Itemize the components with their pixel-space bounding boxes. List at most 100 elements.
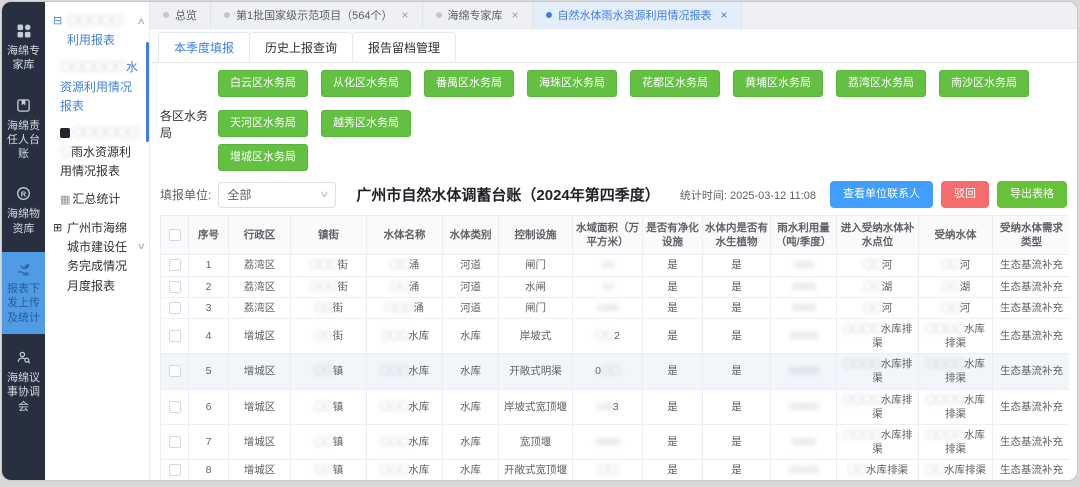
table-cell: 生态基流补充 — [992, 353, 1069, 390]
sub-tab[interactable]: 历史上报查询 — [249, 32, 354, 62]
row-checkbox[interactable] — [168, 330, 181, 343]
menu-item[interactable]: 〇〇〇〇〇〇水资源利用情况报表 — [60, 58, 142, 116]
bureau-button[interactable]: 荔湾区水务局 — [836, 70, 926, 97]
export-button[interactable]: 导出表格 — [997, 181, 1067, 208]
menu-scrollbar[interactable] — [146, 42, 149, 142]
bureau-button[interactable]: 天河区水务局 — [218, 110, 308, 137]
select-all-checkbox[interactable] — [168, 229, 181, 242]
menu-group-header[interactable]: ⊟ 〇〇〇〇〇利用报表 ∧ — [53, 12, 146, 50]
collapse-box-icon[interactable]: ⊟ — [53, 13, 62, 31]
close-icon[interactable]: × — [401, 8, 408, 22]
table-cell: 00000 — [770, 296, 837, 319]
row-checkbox[interactable] — [168, 259, 181, 272]
table-cell: 岸坡式 — [498, 317, 573, 355]
redacted-text: 〇〇 — [313, 464, 334, 477]
bureau-button[interactable]: 白云区水务局 — [218, 70, 308, 97]
redacted-text: 〇〇〇 — [379, 464, 409, 477]
water-body-table: 序号 行政区 镇街 水体名称 水体类别 控制设施 水域面积（万平方米） 是否有净化设施 水体内是… — [160, 215, 1069, 480]
reject-button[interactable]: 驳回 — [941, 181, 989, 208]
table-row: 7 增城区 〇〇镇 〇〇〇水库 水库 宽顶堰 00000 是是 00000 〇〇〇〇水库排渠 〇〇〇… — [160, 423, 1069, 461]
unit-select[interactable]: 全部 ∨ — [218, 181, 337, 208]
view-contacts-button[interactable]: 查看单位联系人 — [830, 181, 933, 208]
bureau-button[interactable]: 花都区水务局 — [630, 70, 720, 97]
redacted-text: 〇〇〇 — [379, 365, 409, 378]
close-icon[interactable]: × — [721, 8, 728, 22]
menu-item[interactable]: ▦ 汇总统计 — [60, 190, 142, 210]
bureau-buttons: 白云区水务局 从化区水务局 番禺区水务局 海珠区水务局 花都区水务局 黄埔区水务局 荔湾区水… — [218, 70, 1069, 171]
redacted-text: 00000 — [595, 435, 620, 448]
row-checkbox[interactable] — [168, 301, 181, 314]
expand-box-icon[interactable]: ⊞ — [53, 220, 62, 238]
redacted-text: 〇〇〇〇〇〇〇 — [60, 125, 139, 160]
sub-tab[interactable]: 本季度填报 — [158, 32, 251, 62]
chevron-down-icon: ∨ — [318, 189, 330, 199]
checkbox-cell — [160, 317, 189, 355]
table-cell: 〇〇〇〇水库排渠 — [836, 388, 919, 425]
row-checkbox[interactable] — [168, 436, 181, 449]
table-row: 6 增城区 〇〇镇 〇〇〇水库 水库 岸坡式宽顶堰 0.003 是是 000000 〇〇〇〇水库排… — [160, 388, 1069, 425]
window-tab[interactable]: 海绵专家库 × — [423, 2, 533, 28]
table-cell: 是 — [642, 317, 703, 355]
redacted-text: 〇〇 — [862, 280, 883, 293]
redacted-text: 〇〇〇〇〇 — [67, 14, 123, 28]
table-cell: 水库 — [442, 353, 499, 390]
checkbox-cell — [160, 275, 189, 298]
redacted-text: 〇〇〇〇 — [842, 393, 882, 406]
caret-up-icon[interactable]: ∧ — [137, 14, 146, 28]
bureau-button[interactable]: 番禺区水务局 — [424, 70, 514, 97]
close-icon[interactable]: × — [512, 8, 519, 22]
table-cell: 生态基流补充 — [992, 275, 1069, 298]
table-cell: 增城区 — [228, 459, 291, 480]
sidebar-item-1[interactable]: 海绵专家库 — [2, 14, 45, 82]
row-checkbox[interactable] — [168, 280, 181, 293]
bureau-button[interactable]: 海珠区水务局 — [527, 70, 617, 97]
bureau-button[interactable]: 从化区水务局 — [321, 70, 411, 97]
svg-text:R: R — [20, 190, 26, 199]
table-cell: 〇〇涌 — [366, 275, 443, 298]
window-tab[interactable]: 总览 — [150, 2, 211, 28]
window-tab[interactable]: 自然水体雨水资源利用情况报表 × — [532, 2, 742, 28]
table-cell: 〇〇河 — [918, 296, 993, 319]
table-cell: 2 — [188, 275, 229, 298]
table-row: 2 荔湾区 〇〇〇街 〇〇涌 河道 水闸 0.0 是是 00000 〇〇湖 〇〇湖 生态基流补充 — [160, 275, 1069, 298]
bureau-button[interactable]: 黄埔区水务局 — [733, 70, 823, 97]
app-window: 海绵专家库 海绵责任人台账 R 海绵物资库 报表下发上传及统计 海绵议事协调会 ⊟ 〇〇〇〇… — [1, 1, 1078, 481]
window-tab[interactable]: 第1批国家级示范项目（564个） × — [211, 2, 423, 28]
table-cell: 〇〇涌 — [366, 254, 443, 277]
table-cell: 〇〇河 — [836, 254, 919, 277]
menu-group-header[interactable]: ⊞ 广州市海绵城市建设任务完成情况月度报表 ∨ — [53, 219, 146, 296]
table-cell: 0.003 — [572, 388, 643, 425]
column-header: 控制设施 — [498, 215, 573, 256]
table-cell: 〇〇河 — [836, 296, 919, 319]
bureau-button[interactable]: 增城区水务局 — [218, 144, 308, 171]
table-cell: 生态基流补充 — [992, 459, 1069, 480]
caret-down-icon[interactable]: ∨ — [137, 239, 146, 253]
table-cell: 0.0 — [572, 254, 643, 277]
sidebar-item-2[interactable]: 海绵责任人台账 — [2, 89, 45, 171]
select-all-header — [160, 215, 189, 256]
bureau-button[interactable]: 越秀区水务局 — [321, 110, 411, 137]
redacted-text: 〇〇〇 — [309, 259, 338, 272]
badge-icon — [60, 127, 70, 138]
table-cell: 0.0 — [572, 275, 643, 298]
row-checkbox[interactable] — [168, 464, 181, 477]
menu-item[interactable]: 〇〇〇〇〇〇〇雨水资源利用情况报表 — [60, 124, 142, 182]
sub-tab[interactable]: 报告留档管理 — [352, 32, 457, 62]
row-checkbox[interactable] — [168, 365, 181, 378]
bureau-button[interactable]: 南沙区水务局 — [939, 70, 1029, 97]
row-checkbox[interactable] — [168, 400, 181, 413]
sidebar-item-3[interactable]: R 海绵物资库 — [2, 177, 45, 245]
redacted-text: 〇〇 — [313, 329, 334, 342]
sidebar-item-4[interactable]: 报表下发上传及统计 — [2, 252, 45, 334]
tab-dot-icon — [545, 12, 552, 18]
window-tab-label: 总览 — [175, 10, 197, 22]
redacted-text: 〇〇 — [940, 280, 961, 293]
sidebar-item-5[interactable]: 海绵议事协调会 — [2, 341, 45, 423]
redacted-text: 〇〇 — [313, 365, 334, 378]
table-row: 5 增城区 〇〇镇 〇〇〇水库 水库 开敞式明渠 0〇〇是是 000000 〇〇〇〇水库排渠 〇〇… — [160, 353, 1069, 390]
table-cell: 〇〇〇水库 — [366, 423, 443, 461]
bureau-section: 各区水务局 白云区水务局 从化区水务局 番禺区水务局 海珠区水务局 花都区水务局 黄埔区水… — [158, 63, 1069, 173]
table-row: 8 增城区 〇〇镇 〇〇〇水库 水库 开敞式宽顶堰 〇〇 是是 000000 〇〇水库排渠 〇〇水库… — [160, 459, 1069, 480]
table-cell: 〇〇〇水库 — [366, 353, 443, 390]
redacted-text: 〇〇 — [598, 464, 618, 477]
